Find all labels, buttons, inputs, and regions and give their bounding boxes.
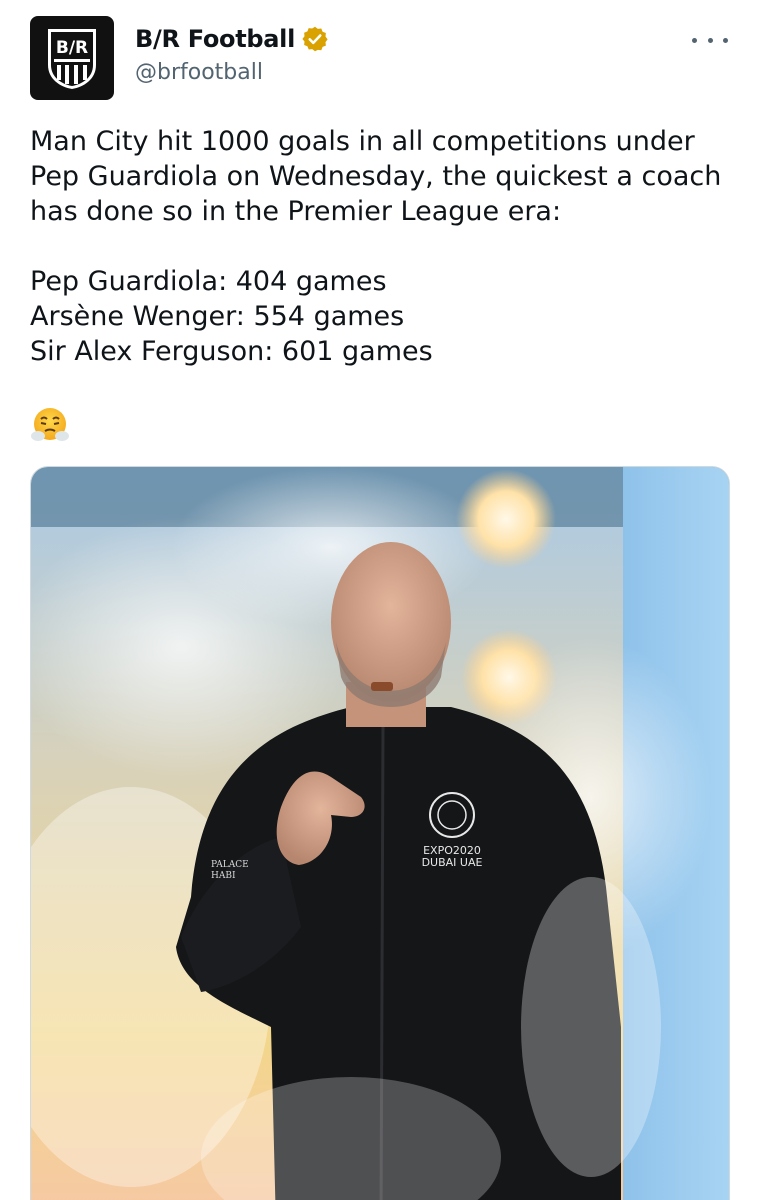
- avatar[interactable]: B/R: [30, 16, 114, 100]
- tweet-photo[interactable]: EXPO2020 DUBAI UAE PALACE HABI: [30, 466, 730, 1200]
- steam-face-emoji-icon: [30, 405, 70, 445]
- tweet-line: Pep Guardiola on Wednesday, the quickest…: [30, 161, 722, 192]
- display-name[interactable]: B/R Football: [135, 25, 295, 53]
- stat-line: Arsène Wenger: 554 games: [30, 301, 405, 332]
- br-logo-icon: B/R: [48, 29, 96, 89]
- stat-line: Pep Guardiola: 404 games: [30, 266, 387, 297]
- stat-line: Sir Alex Ferguson: 601 games: [30, 336, 433, 367]
- sleeve-text: PALACE: [211, 860, 249, 870]
- verified-badge-icon[interactable]: [301, 25, 329, 53]
- tweet-line: has done so in the Premier League era:: [30, 196, 562, 227]
- jacket-text: DUBAI UAE: [422, 856, 483, 869]
- author-block: B/R Football @brfootball: [135, 22, 329, 85]
- more-options-icon[interactable]: [692, 28, 728, 52]
- sleeve-text: HABI: [211, 871, 236, 881]
- photo-image: EXPO2020 DUBAI UAE PALACE HABI: [31, 467, 729, 1200]
- tweet-card: B/R B/R Football @brfootball Man City hi…: [0, 0, 758, 1200]
- tweet-line: Man City hit 1000 goals in all competiti…: [30, 126, 695, 157]
- logo-text: B/R: [56, 38, 88, 58]
- handle[interactable]: @brfootball: [135, 60, 329, 85]
- tweet-text: Man City hit 1000 goals in all competiti…: [30, 124, 730, 369]
